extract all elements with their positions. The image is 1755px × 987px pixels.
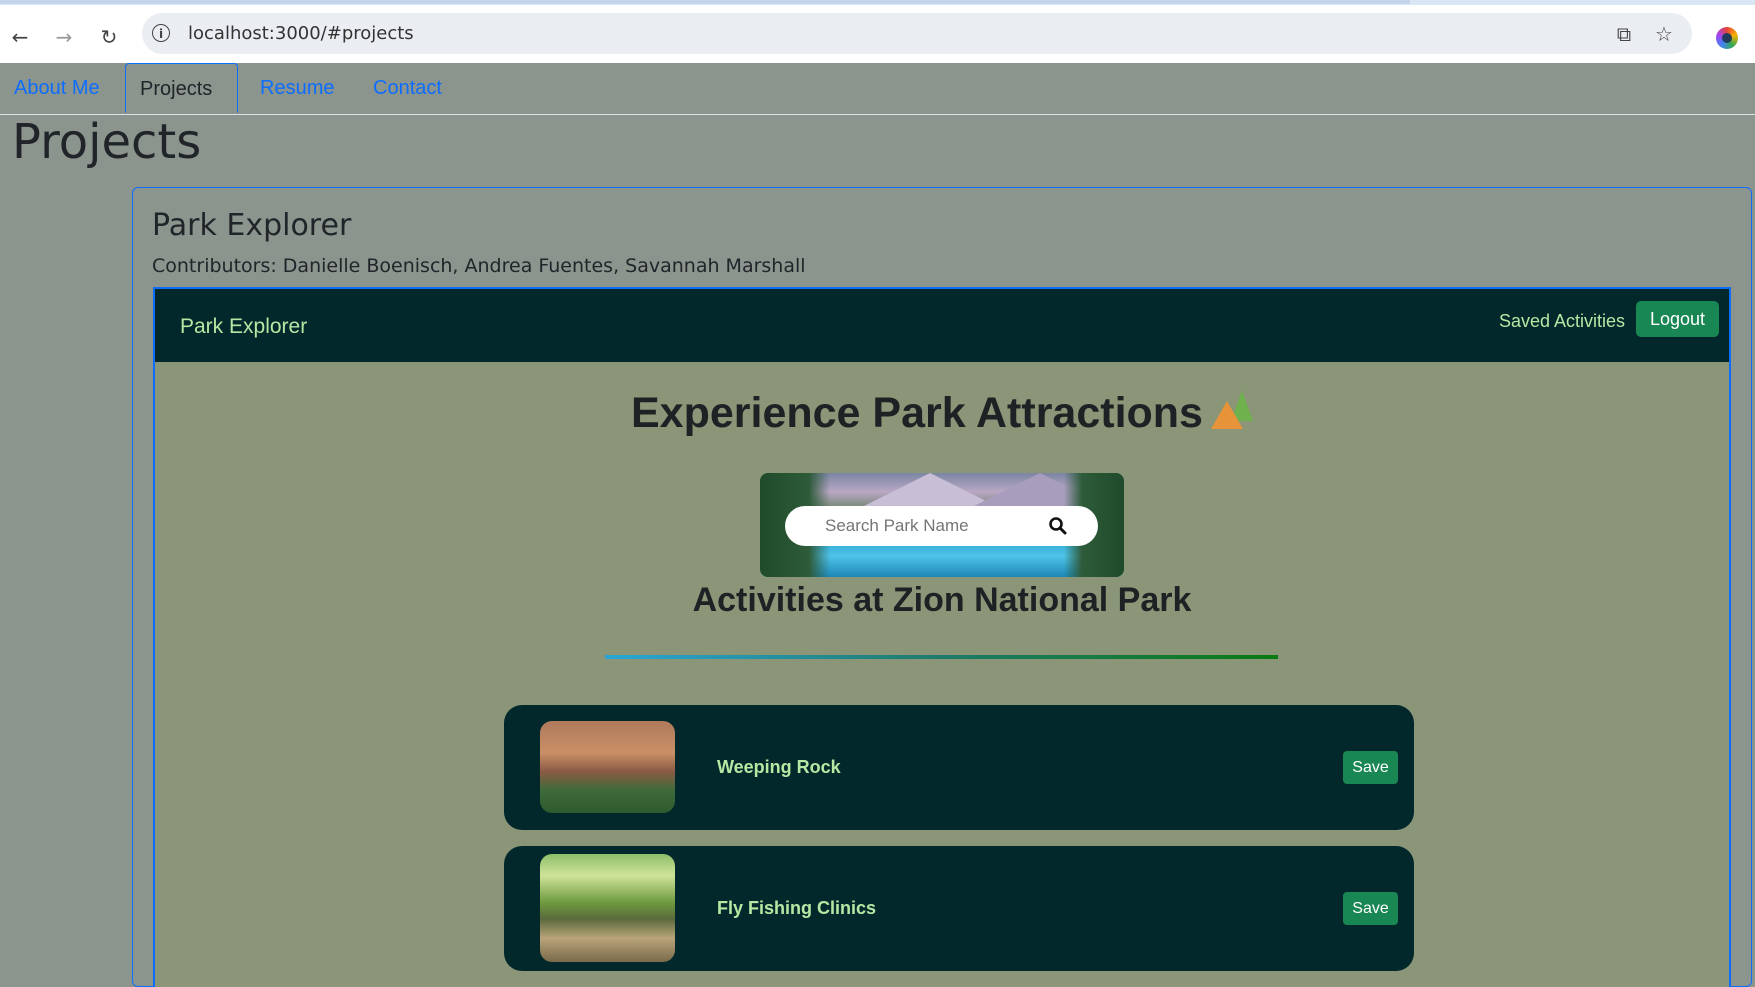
tab-about-me[interactable]: About Me <box>0 63 114 113</box>
saved-activities-link[interactable]: Saved Activities <box>1499 311 1625 332</box>
back-icon[interactable]: ← <box>3 20 37 54</box>
tab-resume[interactable]: Resume <box>246 63 348 113</box>
gradient-divider <box>605 655 1278 659</box>
activity-card: Fly Fishing Clinics Save <box>504 846 1414 971</box>
search-banner-image <box>760 473 1124 577</box>
save-button[interactable]: Save <box>1343 892 1398 925</box>
project-name: Park Explorer <box>152 208 352 243</box>
bookmark-star-icon[interactable]: ☆ <box>1652 22 1676 46</box>
tab-contact[interactable]: Contact <box>359 63 456 113</box>
activity-name: Weeping Rock <box>717 757 841 777</box>
fly-fishing-photo <box>540 854 675 962</box>
activity-card: Weeping Rock Save <box>504 705 1414 830</box>
activities-heading: Activities at Zion National Park <box>692 581 1192 619</box>
portfolio-nav-tabs: About Me Projects Resume Contact <box>0 63 1755 115</box>
page-title: Projects <box>12 114 202 170</box>
search-park-input[interactable] <box>825 516 1045 536</box>
camping-icon <box>1209 391 1253 431</box>
search-bar[interactable] <box>785 506 1098 546</box>
app-brand[interactable]: Park Explorer <box>180 315 307 339</box>
hero-title-text: Experience Park Attractions <box>631 389 1203 437</box>
search-icon[interactable] <box>1048 516 1068 536</box>
project-contributors: Contributors: Danielle Boenisch, Andrea … <box>152 255 806 277</box>
save-button[interactable]: Save <box>1343 751 1398 784</box>
logout-button[interactable]: Logout <box>1636 301 1719 337</box>
app-navbar: Park Explorer Saved Activities Logout <box>155 289 1729 362</box>
project-app-preview: Park Explorer Saved Activities Logout Ex… <box>153 287 1731 987</box>
browser-toolbar: ← → ↻ i localhost:3000/#projects ⧉ ☆ <box>0 5 1755 63</box>
forward-icon[interactable]: → <box>47 20 81 54</box>
site-info-icon[interactable]: i <box>152 24 170 42</box>
tab-projects[interactable]: Projects <box>125 63 238 113</box>
activity-name: Fly Fishing Clinics <box>717 898 877 918</box>
url-text[interactable]: localhost:3000/#projects <box>188 23 414 44</box>
open-in-new-window-icon[interactable]: ⧉ <box>1612 22 1636 46</box>
active-tab-indicator <box>0 0 1410 4</box>
weeping-rock-photo <box>540 721 675 813</box>
profile-icon[interactable] <box>1716 27 1738 49</box>
address-bar[interactable]: i localhost:3000/#projects ⧉ ☆ <box>142 13 1692 54</box>
hero-heading: Experience Park Attractions <box>155 389 1729 438</box>
reload-icon[interactable]: ↻ <box>92 20 126 54</box>
